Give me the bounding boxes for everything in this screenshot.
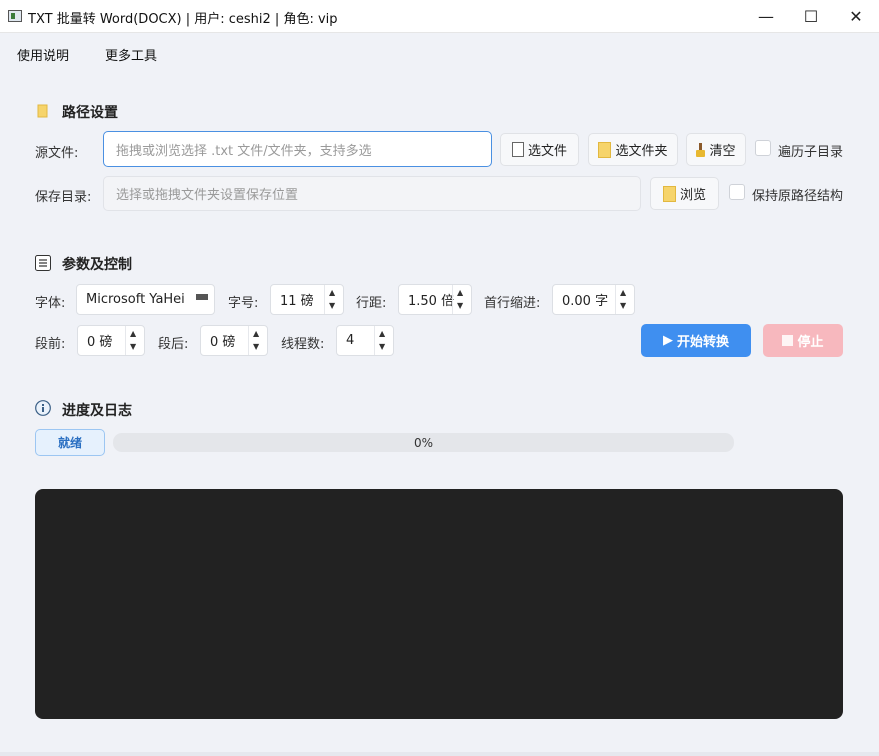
play-icon: ▶ [662,333,673,348]
minimize-button[interactable]: — [743,0,789,33]
before-label: 段前: [35,337,66,352]
line-spacing-label: 行距: [356,296,387,311]
browse-button[interactable]: 浏览 [650,177,719,210]
size-label: 字号: [228,296,259,311]
line-spacing-value: 1.50 倍 [408,294,455,309]
threads-label: 线程数: [281,337,325,352]
app-icon [8,10,22,22]
status-badge: 就绪 [35,429,105,456]
select-folder-label: 选文件夹 [615,144,668,159]
section-title-progress: 进度及日志 [62,403,132,419]
keep-structure-label[interactable]: 保持原路径结构 [752,185,843,204]
stop-label: 停止 [797,335,824,350]
save-dir-input[interactable]: 选择或拖拽文件夹设置保存位置 [103,176,641,211]
before-spinbox[interactable]: 0 磅 ▲ ▼ [77,325,145,356]
before-stepper[interactable]: ▲ ▼ [125,326,144,355]
select-files-label: 选文件 [527,144,567,159]
select-files-button[interactable]: 选文件 [500,133,579,166]
browse-label: 浏览 [679,188,706,203]
stop-button[interactable]: 停止 [763,324,843,357]
after-stepper[interactable]: ▲ ▼ [248,326,267,355]
threads-spinbox[interactable]: 4 ▲ ▼ [336,325,394,356]
bottom-border [0,752,879,756]
menu-item-help[interactable]: 使用说明 [17,45,69,64]
source-label: 源文件: [35,146,79,161]
line-spacing-stepper[interactable]: ▲ ▼ [452,285,471,314]
font-value: Microsoft YaHei [86,292,185,307]
dropdown-icon[interactable] [196,294,208,300]
start-convert-button[interactable]: ▶ 开始转换 [641,324,751,357]
indent-stepper[interactable]: ▲ ▼ [615,285,634,314]
close-button[interactable]: ✕ [833,0,879,33]
source-input[interactable]: 拖拽或浏览选择 .txt 文件/文件夹，支持多选 [103,131,492,167]
progress-text: 0% [413,435,434,450]
select-folder-button[interactable]: 选文件夹 [588,133,678,166]
line-spacing-spinbox[interactable]: 1.50 倍 ▲ ▼ [398,284,472,315]
save-label: 保存目录: [35,190,92,205]
size-stepper[interactable]: ▲ ▼ [324,285,343,314]
folder-icon [662,185,676,202]
folder-icon [37,104,48,118]
file-icon [511,142,524,157]
before-value: 0 磅 [87,335,113,350]
threads-stepper[interactable]: ▲ ▼ [374,326,393,355]
after-value: 0 磅 [210,335,236,350]
progress-bar: 0% [113,433,734,452]
menu-item-more-tools[interactable]: 更多工具 [105,45,157,64]
recurse-label[interactable]: 遍历子目录 [778,141,843,160]
indent-value: 0.00 字 [562,294,609,309]
log-output[interactable] [35,489,843,719]
maximize-button[interactable]: ☐ [788,0,834,33]
font-select[interactable]: Microsoft YaHei [76,284,215,315]
keep-structure-checkbox[interactable] [729,184,745,200]
info-icon [35,400,51,416]
broom-icon [696,142,706,157]
list-icon [35,255,51,271]
stop-icon [782,335,794,346]
section-title-path: 路径设置 [62,105,118,121]
size-spinbox[interactable]: 11 磅 ▲ ▼ [270,284,344,315]
folder-icon [598,141,612,158]
clear-button[interactable]: 清空 [686,133,746,166]
window-title: TXT 批量转 Word(DOCX) | 用户: ceshi2 | 角色: vi… [28,12,338,27]
section-title-params: 参数及控制 [62,257,132,273]
after-label: 段后: [158,337,189,352]
threads-value: 4 [346,333,355,348]
after-spinbox[interactable]: 0 磅 ▲ ▼ [200,325,268,356]
indent-label: 首行缩进: [484,296,541,311]
font-label: 字体: [35,296,66,311]
recurse-checkbox[interactable] [755,140,771,156]
size-value: 11 磅 [280,294,314,309]
start-convert-label: 开始转换 [676,335,729,350]
indent-spinbox[interactable]: 0.00 字 ▲ ▼ [552,284,635,315]
clear-label: 清空 [709,144,736,159]
